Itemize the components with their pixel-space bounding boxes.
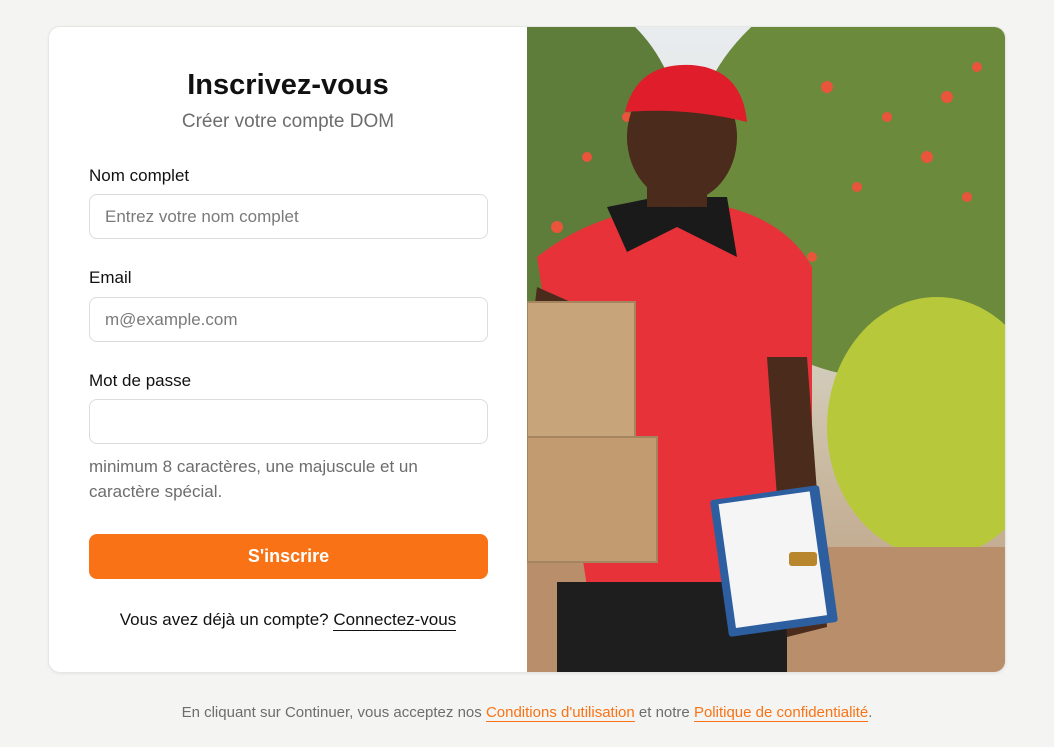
login-link[interactable]: Connectez-vous <box>333 610 457 631</box>
privacy-link[interactable]: Politique de confidentialité <box>693 704 869 722</box>
page-subtitle: Créer votre compte DOM <box>181 111 395 132</box>
delivery-person-illustration <box>527 27 1005 672</box>
footer-text-middle: et notre <box>638 704 690 721</box>
signup-card: Inscrivez-vous Créer votre compte DOM No… <box>48 26 1006 673</box>
box-top <box>527 301 636 438</box>
password-field[interactable] <box>89 399 488 444</box>
page-title: Inscrivez-vous <box>187 69 389 101</box>
delivery-person-photo <box>527 27 1005 672</box>
terms-footer: En cliquant sur Continuer, vous acceptez… <box>0 704 1054 722</box>
name-field[interactable] <box>89 194 488 239</box>
password-hint: minimum 8 caractères, une majuscule et u… <box>89 457 418 501</box>
footer-text-before: En cliquant sur Continuer, vous acceptez… <box>181 704 482 721</box>
name-label: Nom complet <box>89 166 190 185</box>
password-label: Mot de passe <box>89 371 192 390</box>
login-row: Vous avez déjà un compte? Connectez-vous <box>49 610 527 631</box>
box-bottom <box>527 436 658 563</box>
login-prompt: Vous avez déjà un compte? <box>119 610 329 629</box>
email-field[interactable] <box>89 297 488 342</box>
email-label: Email <box>89 268 132 287</box>
signup-button[interactable]: S'inscrire <box>89 534 488 579</box>
footer-text-after: . <box>868 704 873 721</box>
watch <box>789 552 817 566</box>
terms-link[interactable]: Conditions d'utilisation <box>485 704 635 722</box>
signup-form: Inscrivez-vous Créer votre compte DOM No… <box>49 27 527 672</box>
